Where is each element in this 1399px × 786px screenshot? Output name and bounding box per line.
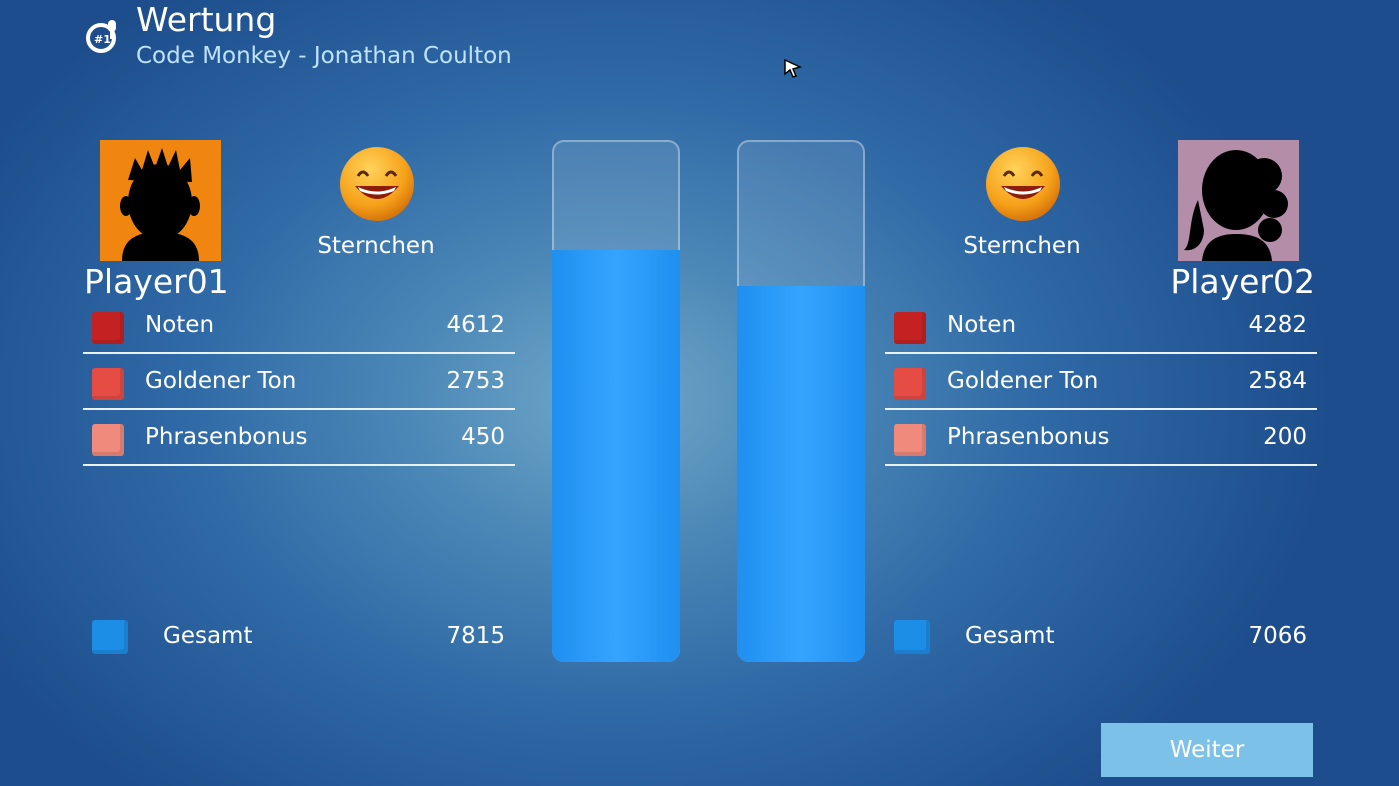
continue-button[interactable]: Weiter: [1101, 723, 1313, 777]
player1-name: Player01: [84, 262, 229, 301]
page-title: Wertung: [136, 0, 277, 39]
golden-note-color-swatch: [92, 368, 124, 400]
score-label: Phrasenbonus: [947, 424, 1110, 450]
total-label: Gesamt: [163, 623, 253, 649]
phrase-bonus-color-swatch: [894, 424, 926, 456]
mouse-cursor-icon: [783, 58, 803, 80]
player1-avatar: [100, 140, 221, 261]
total-color-swatch: [894, 620, 930, 654]
notes-color-swatch: [92, 312, 124, 344]
score-value: 200: [1263, 424, 1307, 450]
score-row-golden-note: Goldener Ton 2753: [83, 354, 515, 410]
score-row-golden-note: Goldener Ton 2584: [885, 354, 1317, 410]
score-row-notes: Noten 4282: [885, 298, 1317, 354]
score-row-phrase-bonus: Phrasenbonus 200: [885, 410, 1317, 466]
score-value: 4612: [446, 312, 505, 338]
player2-name: Player02: [1170, 262, 1315, 301]
total-value: 7815: [446, 623, 505, 649]
score-value: 4282: [1248, 312, 1307, 338]
player2-total-row: Gesamt 7066: [885, 616, 1317, 656]
total-label: Gesamt: [965, 623, 1055, 649]
score-value: 2584: [1248, 368, 1307, 394]
svg-text:#1: #1: [94, 33, 111, 46]
score-label: Noten: [145, 312, 215, 338]
score-row-notes: Noten 4612: [83, 298, 515, 354]
phrase-bonus-color-swatch: [92, 424, 124, 456]
score-value: 450: [461, 424, 505, 450]
notes-color-swatch: [894, 312, 926, 344]
player2-score-bar-fill: [737, 286, 865, 662]
score-label: Noten: [947, 312, 1017, 338]
score-label: Goldener Ton: [145, 368, 297, 394]
player2-score-table: Noten 4282 Goldener Ton 2584 Phrasenbonu…: [885, 298, 1317, 466]
player1-total-row: Gesamt 7815: [83, 616, 515, 656]
player1-score-bar-fill: [552, 249, 680, 662]
total-value: 7066: [1248, 623, 1307, 649]
app-logo-icon: #1: [84, 18, 120, 54]
player2-score-bar: [737, 140, 865, 662]
player2-avatar: [1178, 140, 1299, 261]
smiley-icon: [339, 146, 415, 222]
song-subtitle: Code Monkey - Jonathan Coulton: [136, 43, 512, 69]
score-row-phrase-bonus: Phrasenbonus 450: [83, 410, 515, 466]
player1-score-bar: [552, 140, 680, 662]
player1-rating-label: Sternchen: [317, 233, 435, 259]
player1-score-table: Noten 4612 Goldener Ton 2753 Phrasenbonu…: [83, 298, 515, 466]
total-color-swatch: [92, 620, 128, 654]
score-label: Goldener Ton: [947, 368, 1099, 394]
player2-rating-label: Sternchen: [963, 233, 1081, 259]
score-value: 2753: [446, 368, 505, 394]
smiley-icon: [985, 146, 1061, 222]
score-label: Phrasenbonus: [145, 424, 308, 450]
golden-note-color-swatch: [894, 368, 926, 400]
